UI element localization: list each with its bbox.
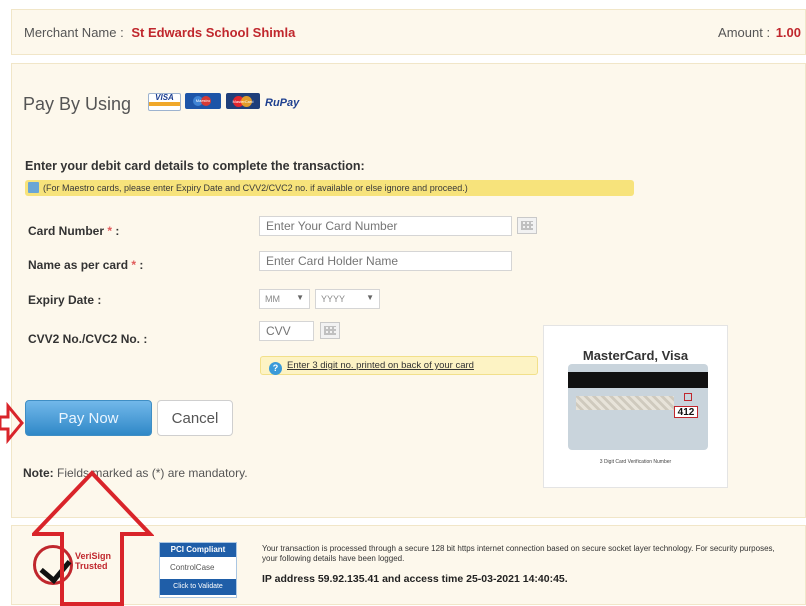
signature-strip: [576, 396, 674, 410]
verisign-text: VeriSign Trusted: [75, 551, 112, 571]
card-image-caption: 3 Digit Card Verification Number: [599, 459, 672, 465]
expiry-month-select[interactable]: MM ▼: [259, 289, 310, 309]
pay-now-button[interactable]: Pay Now: [25, 400, 152, 436]
cvv-tip[interactable]: ? Enter 3 digit no. printed on back of yo…: [260, 356, 538, 375]
card-name-label: Name as per card * :: [28, 258, 143, 272]
expiry-date-label: Expiry Date :: [28, 293, 102, 307]
chevron-down-icon: ▼: [366, 293, 374, 302]
cvv-pointer: [684, 393, 692, 401]
merchant-label: Merchant Name : St Edwards School Shimla: [24, 25, 295, 40]
verisign-logo[interactable]: VeriSign Trusted: [33, 541, 145, 595]
merchant-bar: Merchant Name : St Edwards School Shimla…: [11, 9, 806, 55]
required-marker: *: [107, 224, 113, 238]
card-number-label: Card Number * :: [28, 224, 119, 238]
visa-logo: VISA: [148, 93, 181, 111]
note-text: Fields marked as (*) are mandatory.: [57, 466, 248, 480]
cvv-tip-text: Enter 3 digit no. printed on back of you…: [287, 360, 474, 371]
pci-badge-top: PCI Compliant: [160, 543, 236, 557]
card-number-label-text: Card Number: [28, 224, 105, 238]
expiry-year-select[interactable]: YYYY ▼: [315, 289, 380, 309]
card-holder-name-input[interactable]: [259, 251, 512, 271]
virtual-keyboard-icon[interactable]: [320, 322, 340, 339]
cvv-sample: 412: [674, 406, 698, 418]
cvv-input[interactable]: [259, 321, 314, 341]
cvv-label: CVV2 No./CVC2 No. :: [28, 332, 148, 346]
virtual-keyboard-icon[interactable]: [517, 217, 537, 234]
expiry-month-value: MM: [265, 294, 280, 304]
ip-address-text: IP address 59.92.135.41 and access time …: [262, 573, 568, 585]
maestro-note-text: (For Maestro cards, please enter Expiry …: [43, 183, 468, 193]
security-text: Your transaction is processed through a …: [262, 544, 775, 563]
maestro-note: (For Maestro cards, please enter Expiry …: [25, 180, 634, 196]
amount-label: Amount :: [718, 25, 771, 40]
card-name-label-suffix: :: [139, 258, 144, 272]
mandatory-note: Note: Fields marked as (*) are mandatory…: [23, 466, 248, 480]
mastercard-logo: MasterCard: [226, 93, 260, 109]
cancel-button[interactable]: Cancel: [157, 400, 233, 436]
note-prefix: Note:: [23, 466, 54, 480]
help-icon: ?: [269, 362, 282, 375]
card-image-title: MasterCard, Visa: [582, 348, 689, 363]
chevron-down-icon: ▼: [296, 293, 304, 302]
card-number-input[interactable]: [259, 216, 512, 236]
info-icon: [28, 182, 39, 193]
magnetic-stripe: [568, 372, 708, 388]
amount: Amount : 1.00: [718, 25, 801, 40]
payment-panel: Pay By Using VISA Maestro MasterCard RuP…: [11, 63, 806, 518]
card-name-label-text: Name as per card: [28, 258, 129, 272]
maestro-logo: Maestro: [185, 93, 221, 109]
pci-validate-link[interactable]: Click to Validate: [160, 579, 236, 595]
card-illustration: 412: [568, 364, 708, 450]
card-number-label-suffix: :: [115, 224, 120, 238]
pci-badge-brand: ControlCase: [170, 563, 215, 572]
card-details-instruction: Enter your debit card details to complet…: [25, 159, 365, 173]
amount-value: 1.00: [775, 25, 801, 40]
merchant-name: St Edwards School Shimla: [131, 25, 296, 40]
checkmark-icon: [33, 545, 73, 585]
expiry-year-value: YYYY: [321, 294, 346, 304]
pci-compliant-badge[interactable]: PCI Compliant ControlCase Click to Valid…: [159, 542, 237, 598]
merchant-label-text: Merchant Name :: [24, 25, 124, 40]
card-back-image: MasterCard, Visa 412 3 Digit Card Verifi…: [543, 325, 728, 488]
rupay-logo: RuPay: [265, 97, 300, 109]
required-marker: *: [131, 258, 137, 272]
security-footer: VeriSign Trusted PCI Compliant ControlCa…: [11, 525, 806, 605]
pay-by-label: Pay By Using: [23, 94, 132, 114]
